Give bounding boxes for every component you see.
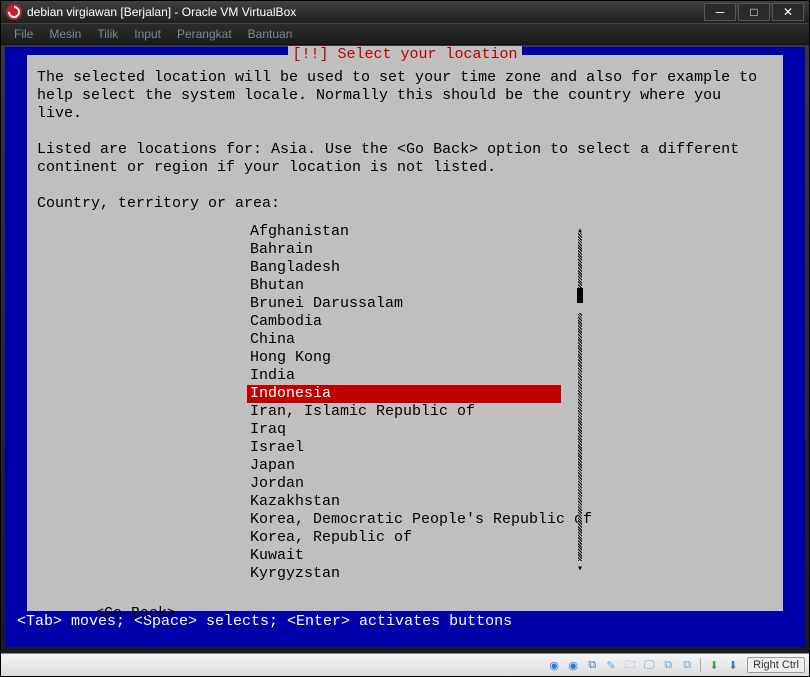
vm-display[interactable]: [!!] Select your location The selected l…	[5, 47, 805, 647]
statusbar: ◉ ◉ ⧉ ✎ 🗀 🖵 ⧉ ⧉ ⬇ ⬇ Right Ctrl	[1, 653, 809, 676]
optical-icon[interactable]: ◉	[565, 657, 581, 673]
list-item[interactable]: Cambodia	[247, 313, 572, 331]
recording-icon[interactable]: ⧉	[660, 657, 676, 673]
dialog-title: [!!] Select your location	[288, 46, 521, 63]
titlebar[interactable]: debian virgiawan [Berjalan] - Oracle VM …	[1, 1, 809, 23]
menubar: File Mesin Tilik Input Perangkat Bantuan	[1, 23, 809, 45]
menu-file[interactable]: File	[6, 27, 41, 41]
menu-input[interactable]: Input	[126, 27, 169, 41]
country-list[interactable]: AfghanistanBahrainBangladeshBhutanBrunei…	[247, 223, 572, 583]
keyboard-capture-icon[interactable]: ⬇	[725, 657, 741, 673]
list-item[interactable]: Jordan	[247, 475, 572, 493]
shared-folder-icon[interactable]: 🗀	[622, 657, 638, 673]
network-icon[interactable]: ⧉	[584, 657, 600, 673]
list-item[interactable]: Korea, Democratic People's Republic of	[247, 511, 572, 529]
audio-icon[interactable]: ⧉	[679, 657, 695, 673]
virtualbox-icon	[6, 4, 22, 20]
list-item[interactable]: Hong Kong	[247, 349, 572, 367]
list-item[interactable]: Bhutan	[247, 277, 572, 295]
menu-bantuan[interactable]: Bantuan	[240, 27, 301, 41]
scrollbar[interactable]: ▴ ▾	[575, 223, 585, 583]
list-prompt: Country, territory or area:	[37, 195, 773, 213]
menu-mesin[interactable]: Mesin	[41, 27, 89, 41]
menu-tilik[interactable]: Tilik	[89, 27, 126, 41]
window-title: debian virgiawan [Berjalan] - Oracle VM …	[27, 5, 296, 19]
usb-icon[interactable]: ✎	[603, 657, 619, 673]
list-item[interactable]: India	[247, 367, 572, 385]
menu-perangkat[interactable]: Perangkat	[169, 27, 240, 41]
scroll-up-icon[interactable]: ▴	[575, 223, 585, 233]
list-item[interactable]: Korea, Republic of	[247, 529, 572, 547]
scroll-track-top[interactable]	[578, 233, 582, 288]
hdd-icon[interactable]: ◉	[546, 657, 562, 673]
go-back-button[interactable]: <Go Back>	[95, 605, 773, 623]
host-key-label[interactable]: Right Ctrl	[747, 657, 805, 673]
scroll-thumb[interactable]	[577, 288, 583, 303]
list-item[interactable]: Indonesia	[247, 385, 561, 403]
maximize-button[interactable]: □	[738, 3, 770, 21]
close-button[interactable]: ✕	[772, 3, 804, 21]
vm-window: debian virgiawan [Berjalan] - Oracle VM …	[0, 0, 810, 677]
list-item[interactable]: China	[247, 331, 572, 349]
list-item[interactable]: Kyrgyzstan	[247, 565, 572, 583]
installer-dialog: [!!] Select your location The selected l…	[27, 55, 783, 611]
list-item[interactable]: Brunei Darussalam	[247, 295, 572, 313]
display-icon[interactable]: 🖵	[641, 657, 657, 673]
help-text-1: The selected location will be used to se…	[37, 69, 773, 123]
scroll-down-icon[interactable]: ▾	[575, 561, 585, 571]
statusbar-divider	[700, 658, 701, 672]
list-item[interactable]: Kazakhstan	[247, 493, 572, 511]
help-text-2: Listed are locations for: Asia. Use the …	[37, 141, 773, 177]
country-list-area: AfghanistanBahrainBangladeshBhutanBrunei…	[37, 223, 773, 583]
list-item[interactable]: Afghanistan	[247, 223, 572, 241]
list-item[interactable]: Israel	[247, 439, 572, 457]
list-item[interactable]: Iran, Islamic Republic of	[247, 403, 572, 421]
list-item[interactable]: Kuwait	[247, 547, 572, 565]
minimize-button[interactable]: ─	[704, 3, 736, 21]
list-item[interactable]: Bahrain	[247, 241, 572, 259]
list-item[interactable]: Bangladesh	[247, 259, 572, 277]
list-item[interactable]: Japan	[247, 457, 572, 475]
mouse-integration-icon[interactable]: ⬇	[706, 657, 722, 673]
list-item[interactable]: Iraq	[247, 421, 572, 439]
scroll-track-bottom[interactable]	[578, 313, 582, 561]
